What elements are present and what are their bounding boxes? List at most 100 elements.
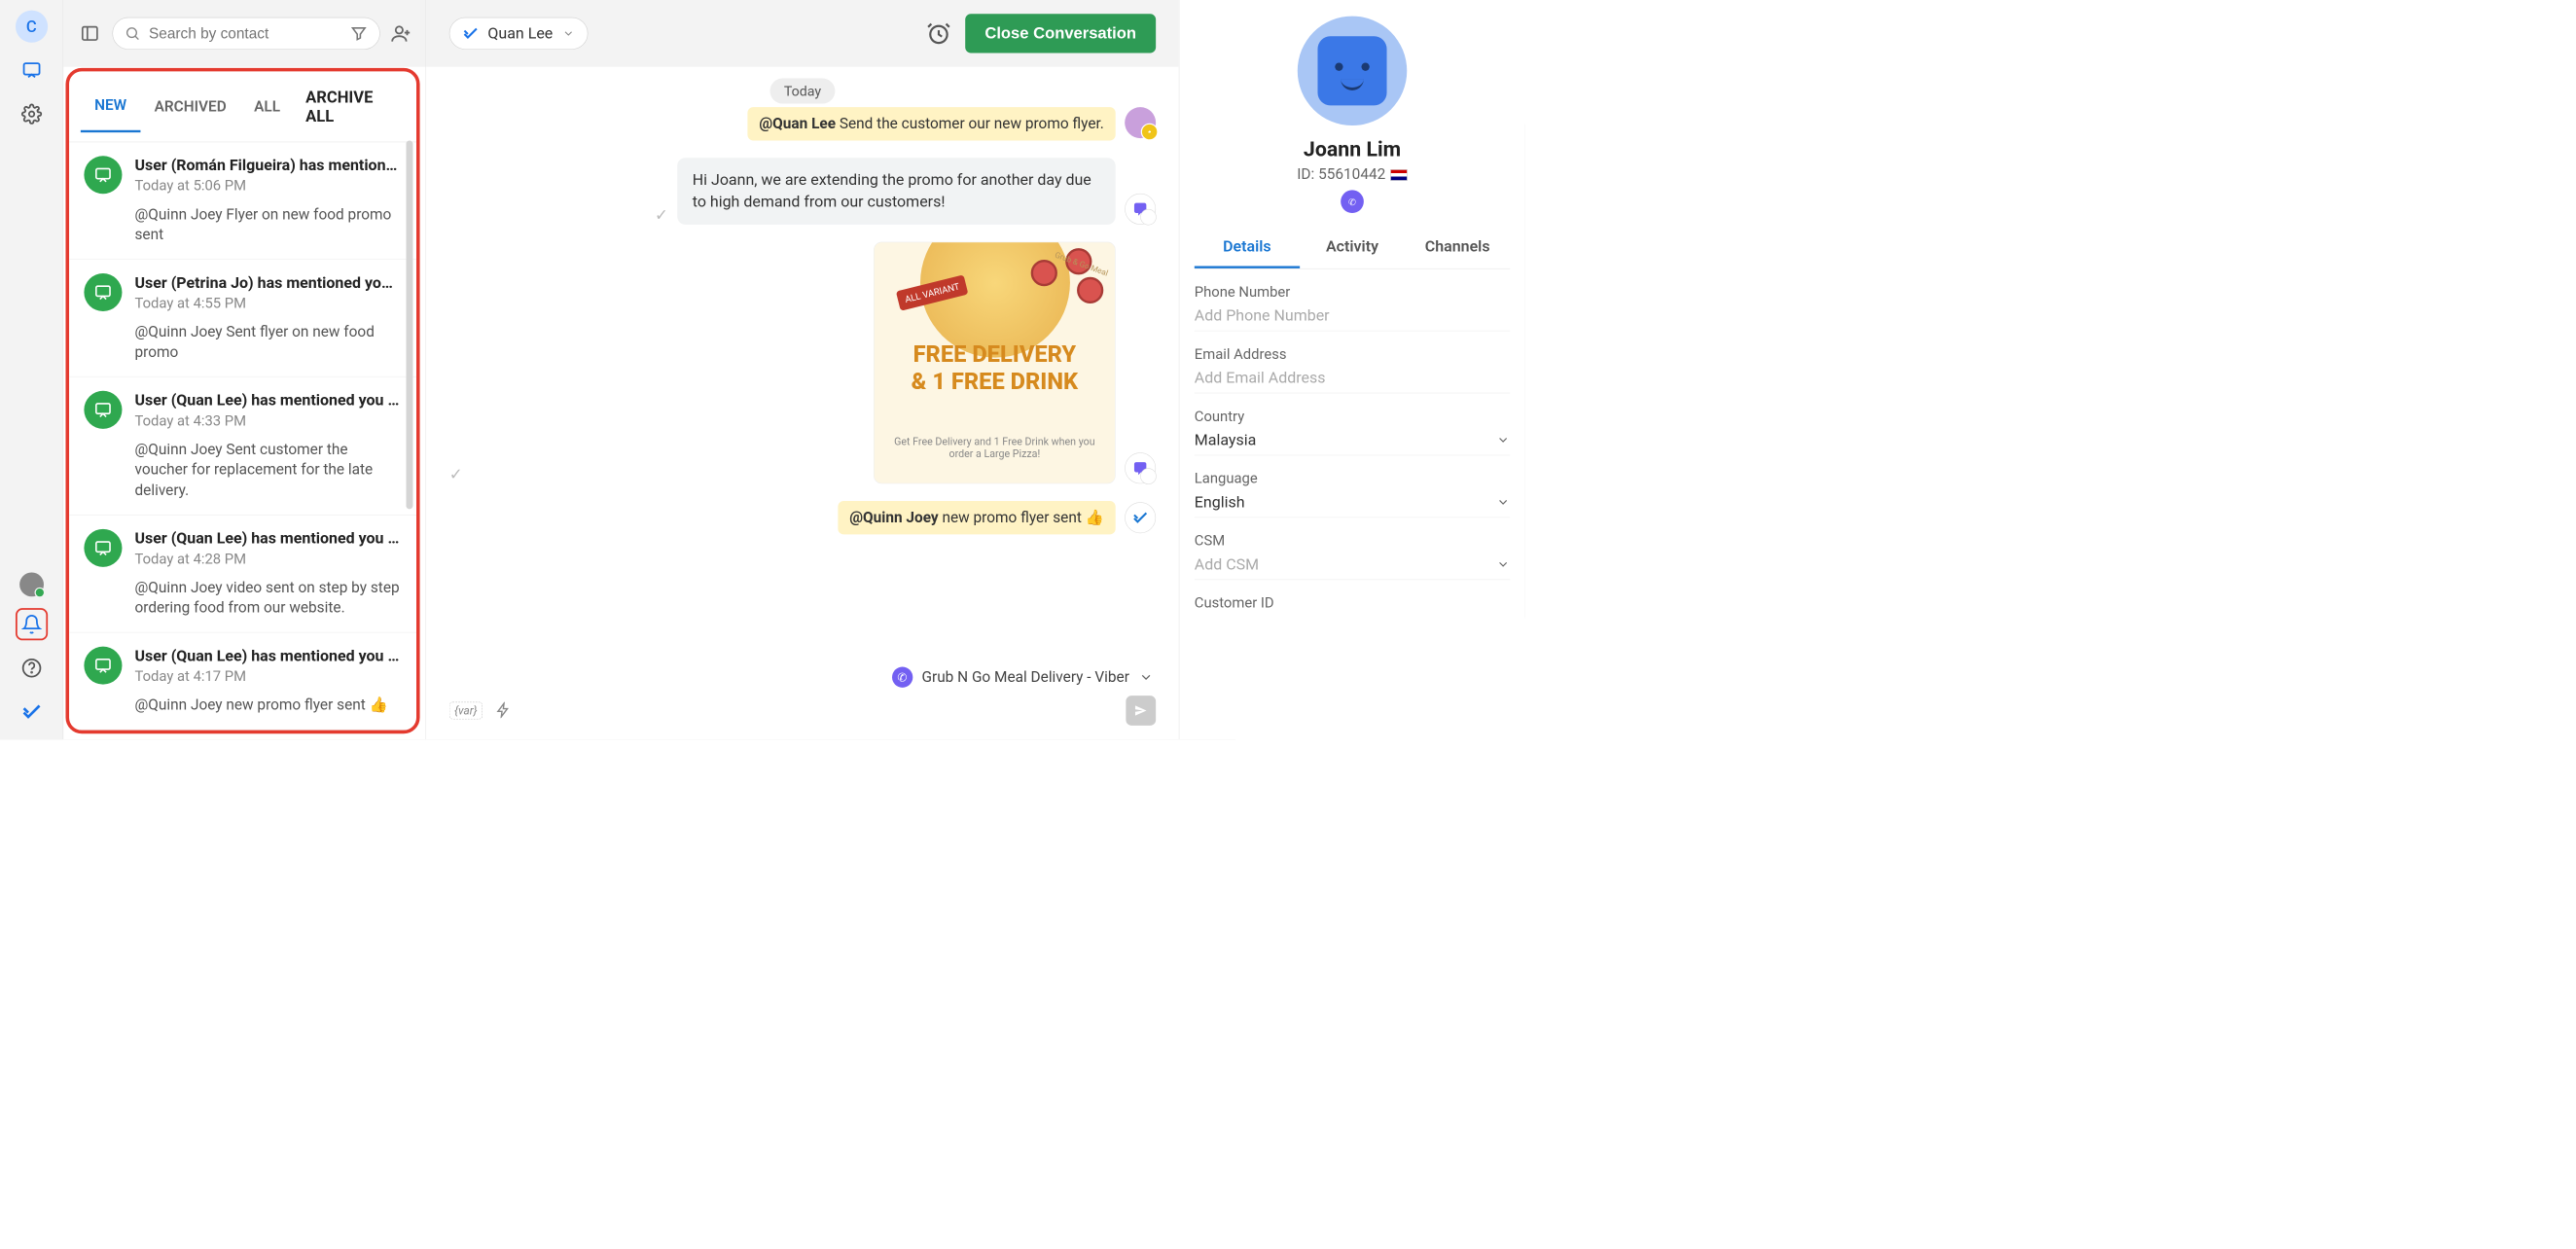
viber-channel-icon (1125, 452, 1156, 483)
conversation-list-column: NEW ARCHIVED ALL ARCHIVE ALL User (Román… (63, 0, 426, 739)
contact-tabs: Details Activity Channels (1195, 227, 1510, 268)
internal-note: @Quan Lee Send the customer our new prom… (449, 107, 1156, 140)
composer-area: ✆ Grub N Go Meal Delivery - Viber {var} (426, 657, 1179, 739)
notification-time: Today at 4:33 PM (135, 413, 402, 430)
chevron-down-icon[interactable] (1496, 433, 1510, 446)
note-mention: @Quinn Joey (849, 509, 938, 526)
comment-icon (84, 647, 122, 685)
note-text: new promo flyer sent (939, 509, 1086, 526)
field-label: Phone Number (1195, 284, 1510, 301)
channel-name: Grub N Go Meal Delivery - Viber (921, 668, 1128, 686)
collapse-sidebar-icon[interactable] (77, 19, 102, 49)
notifications-scrollbar[interactable] (406, 140, 412, 509)
field-phone[interactable]: Phone Number Add Phone Number (1195, 284, 1510, 332)
outgoing-message: Hi Joann, we are extending the promo for… (677, 158, 1115, 224)
chevron-down-icon (562, 27, 575, 40)
field-country[interactable]: Country Malaysia (1195, 409, 1510, 456)
read-check-icon: ✓ (655, 205, 668, 225)
comment-icon (84, 273, 122, 311)
composer-tools: {var} (449, 702, 512, 720)
settings-icon[interactable] (16, 98, 48, 130)
thumbs-up-icon: 👍 (1086, 509, 1104, 526)
left-rail: C (0, 0, 63, 739)
conversations-nav-icon[interactable] (16, 54, 48, 87)
channel-selector[interactable]: ✆ Grub N Go Meal Delivery - Viber (449, 667, 1156, 688)
chevron-down-icon (1138, 669, 1153, 684)
snooze-icon[interactable] (926, 20, 951, 46)
field-placeholder[interactable]: Add Email Address (1195, 369, 1510, 387)
field-placeholder[interactable]: Add CSM (1195, 555, 1259, 574)
notification-time: Today at 4:55 PM (135, 296, 402, 312)
field-label: CSM (1195, 533, 1510, 550)
notification-title: User (Quan Lee) has mentioned you in a c… (135, 391, 402, 410)
notification-time: Today at 4:17 PM (135, 668, 402, 685)
notification-item[interactable]: User (Román Filgueira) has mentioned you… (69, 142, 416, 260)
tab-channels[interactable]: Channels (1405, 227, 1510, 268)
send-button[interactable] (1126, 696, 1156, 726)
notification-title: User (Quan Lee) has mentioned you in a c… (135, 647, 402, 665)
brand-check-icon[interactable] (16, 696, 48, 728)
search-contacts[interactable] (113, 18, 380, 50)
chevron-down-icon[interactable] (1496, 495, 1510, 509)
promo-flyer-image[interactable]: ALL VARIANT Grub & Go Meal FREE DELIVERY… (874, 241, 1116, 483)
assignee-name: Quan Lee (487, 24, 553, 43)
notifications-panel: NEW ARCHIVED ALL ARCHIVE ALL User (Román… (65, 68, 419, 733)
add-contact-icon[interactable] (391, 21, 412, 46)
contact-id: ID: 55610442 (1195, 165, 1510, 183)
workspace-avatar[interactable]: C (16, 11, 48, 43)
tab-details[interactable]: Details (1195, 227, 1300, 268)
tab-activity[interactable]: Activity (1300, 227, 1405, 268)
promo-line1: FREE DELIVERY (875, 340, 1115, 368)
brand-check-icon (1125, 502, 1156, 533)
close-conversation-button[interactable]: Close Conversation (965, 14, 1156, 53)
notification-title: User (Petrina Jo) has mentioned you in a… (135, 273, 402, 292)
contact-name: Joann Lim (1195, 137, 1510, 161)
tab-new[interactable]: NEW (81, 81, 141, 132)
notification-item[interactable]: User (Quan Lee) has mentioned you in a c… (69, 516, 416, 633)
field-label: Language (1195, 471, 1510, 487)
country-flag-icon (1390, 169, 1408, 181)
field-value: Malaysia (1195, 431, 1257, 449)
viber-channel-icon (1125, 194, 1156, 225)
field-csm[interactable]: CSM Add CSM (1195, 533, 1510, 581)
notifications-list[interactable]: User (Román Filgueira) has mentioned you… (69, 142, 416, 730)
assignee-dropdown[interactable]: Quan Lee (449, 18, 589, 50)
notification-preview: @Quinn Joey Flyer on new food promo sent (135, 205, 402, 246)
viber-icon[interactable]: ✆ (1341, 190, 1364, 213)
quick-action-icon[interactable] (495, 702, 512, 720)
variable-insert-icon[interactable]: {var} (449, 702, 483, 720)
field-language[interactable]: Language English (1195, 471, 1510, 518)
conversation-list-toolbar (63, 0, 425, 67)
conversation-toolbar: Quan Lee Close Conversation (426, 0, 1179, 67)
comment-icon (84, 529, 122, 567)
comment-icon (84, 391, 122, 429)
filter-icon[interactable] (350, 24, 369, 43)
notifications-tabs: NEW ARCHIVED ALL ARCHIVE ALL (69, 71, 416, 142)
agent-avatar[interactable] (1125, 107, 1156, 138)
notification-preview: @Quinn Joey Sent customer the voucher fo… (135, 441, 402, 501)
notification-preview: @Quinn Joey video sent on step by step o… (135, 578, 402, 619)
notifications-bell-icon[interactable] (16, 608, 48, 640)
tab-all[interactable]: ALL (240, 82, 294, 131)
notification-preview: @Quinn Joey new promo flyer sent 👍 (135, 696, 402, 716)
current-user-avatar[interactable] (19, 572, 44, 596)
search-icon (125, 25, 141, 42)
notification-item[interactable]: User (Petrina Jo) has mentioned you in a… (69, 260, 416, 377)
search-input[interactable] (149, 24, 341, 42)
field-email[interactable]: Email Address Add Email Address (1195, 346, 1510, 394)
field-customer-id[interactable]: Customer ID (1195, 595, 1510, 612)
field-label: Email Address (1195, 346, 1510, 363)
read-check-icon: ✓ (449, 465, 463, 484)
help-icon[interactable] (16, 652, 48, 684)
notification-item[interactable]: User (Quan Lee) has mentioned you in a c… (69, 377, 416, 516)
archive-all-button[interactable]: ARCHIVE ALL (294, 71, 405, 141)
field-placeholder[interactable]: Add Phone Number (1195, 306, 1510, 325)
tab-archived[interactable]: ARCHIVED (140, 82, 240, 131)
conversation-messages[interactable]: Today @Quan Lee Send the customer our ne… (426, 67, 1179, 657)
promo-subtext: Get Free Delivery and 1 Free Drink when … (891, 436, 1097, 460)
contact-avatar[interactable] (1298, 17, 1407, 125)
day-separator: Today (449, 79, 1156, 104)
notification-preview: @Quinn Joey Sent flyer on new food promo (135, 323, 402, 364)
chevron-down-icon[interactable] (1496, 557, 1510, 571)
notification-item[interactable]: User (Quan Lee) has mentioned you in a c… (69, 633, 416, 731)
